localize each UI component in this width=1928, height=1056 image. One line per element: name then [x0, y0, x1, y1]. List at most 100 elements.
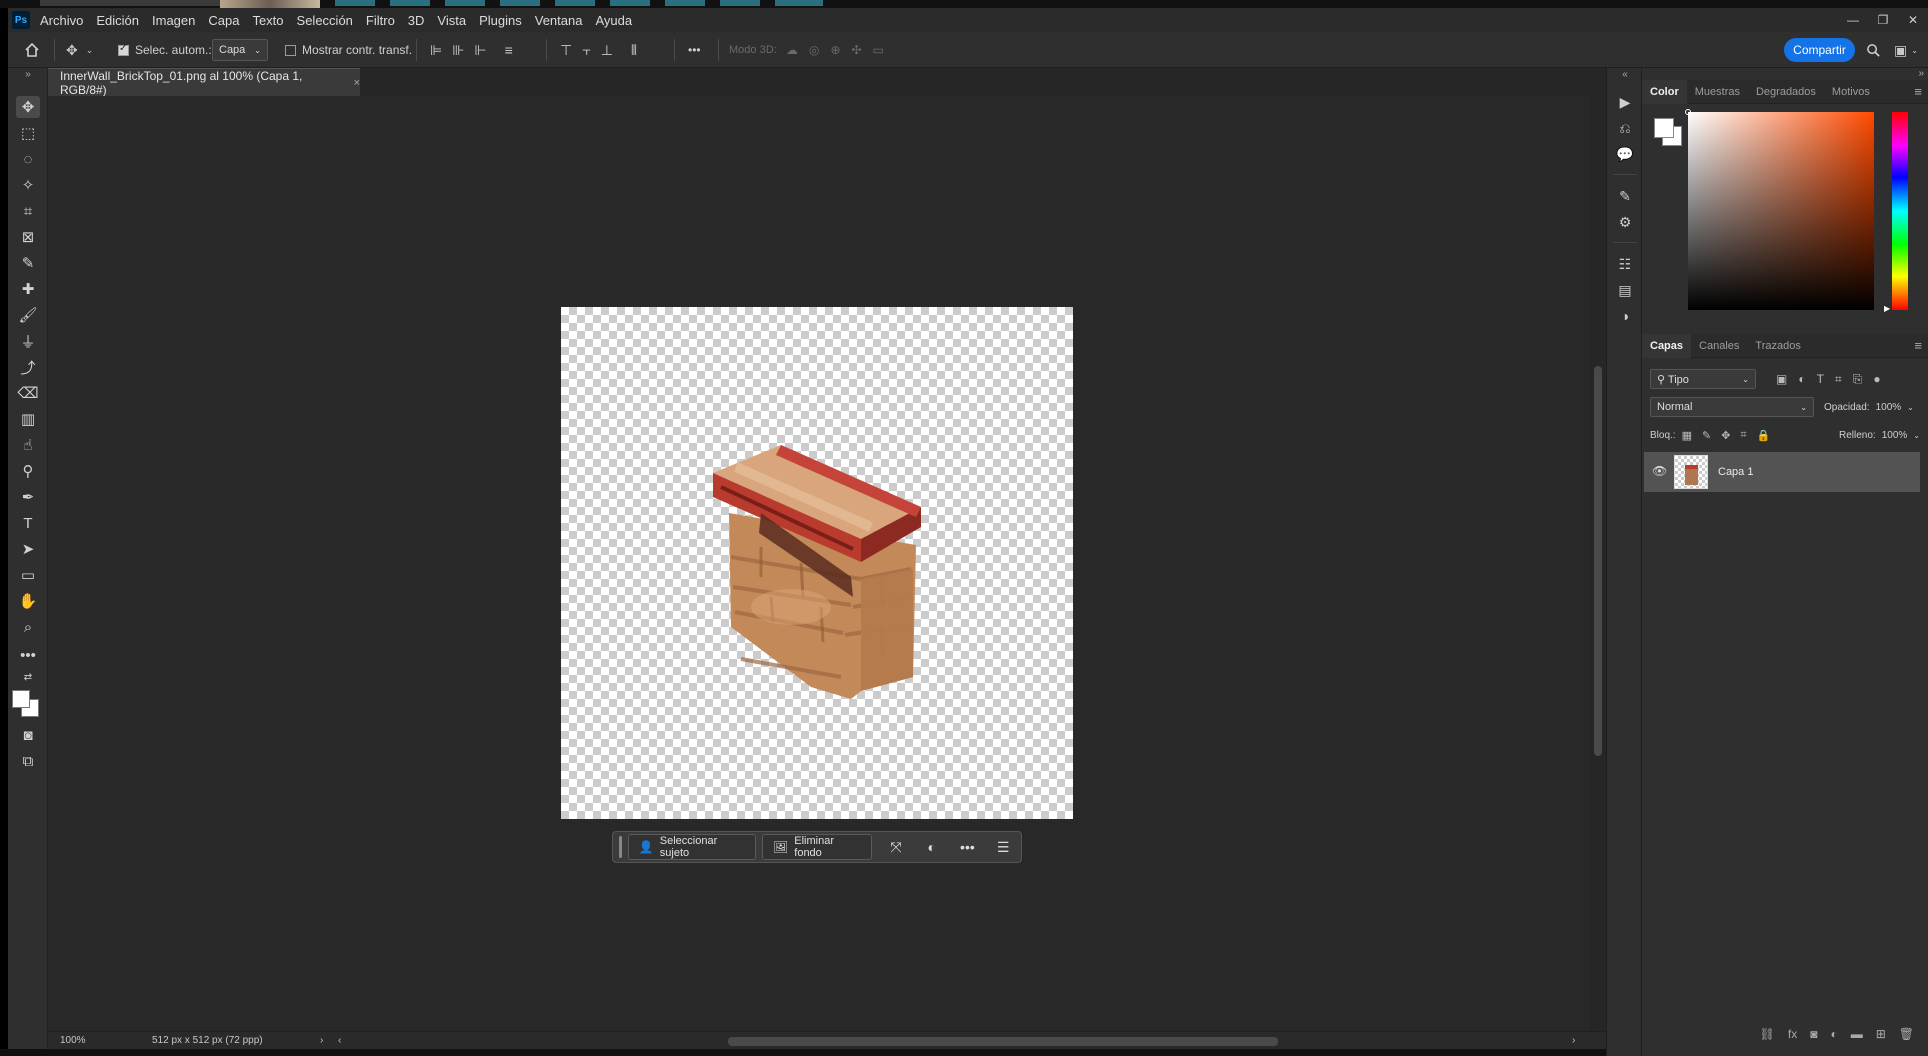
align-left-icon[interactable]: ⊫ — [430, 42, 442, 59]
color-panel-swatches[interactable] — [1654, 118, 1684, 148]
tab-muestras[interactable]: Muestras — [1687, 80, 1748, 104]
collapse-toolbar-icon[interactable]: » — [16, 68, 40, 80]
transform-selection-icon[interactable]: ⤧ — [878, 834, 914, 860]
blend-mode-dropdown[interactable]: Normal ⌄ — [1650, 397, 1814, 417]
eraser-tool-icon[interactable]: ⌫ — [16, 382, 40, 404]
filter-pixel-icon[interactable]: ▣ — [1776, 372, 1787, 387]
menu-edicion[interactable]: Edición — [96, 13, 139, 28]
layer-thumbnail[interactable] — [1674, 455, 1708, 489]
restore-button[interactable]: ❐ — [1868, 8, 1898, 32]
drag-handle[interactable] — [619, 836, 622, 858]
scrollbar-thumb[interactable] — [1594, 366, 1602, 756]
layer-name[interactable]: Capa 1 — [1718, 466, 1753, 478]
fill-input[interactable]: 100% — [1882, 430, 1908, 441]
edit-toolbar-icon[interactable]: ••• — [16, 644, 40, 666]
menu-capa[interactable]: Capa — [208, 13, 239, 28]
status-arrow-icon[interactable]: › — [320, 1035, 323, 1046]
3d-roll-icon[interactable]: ◎ — [809, 43, 819, 57]
foreground-color-swatch[interactable] — [12, 690, 30, 708]
color-picker-field[interactable] — [1685, 109, 1874, 310]
settings-sliders-icon[interactable]: ☰ — [985, 834, 1021, 860]
hue-slider[interactable]: ▶ — [1884, 112, 1908, 313]
color-swatches[interactable] — [12, 690, 42, 718]
tab-capas[interactable]: Capas — [1642, 333, 1692, 358]
align-center-icon[interactable]: ⊪ — [452, 42, 464, 59]
lock-image-icon[interactable]: ✎ — [1702, 429, 1711, 442]
properties-icon[interactable]: ◑ — [1615, 306, 1635, 326]
adjustment-icon[interactable]: ◐ — [914, 834, 950, 860]
tab-motivos[interactable]: Motivos — [1824, 80, 1878, 104]
chevron-down-icon[interactable]: ⌄ — [1913, 431, 1920, 440]
scroll-right-icon[interactable]: › — [1572, 1035, 1575, 1046]
hue-slider-handle[interactable]: ▶ — [1884, 304, 1890, 313]
color-picker-cursor[interactable] — [1685, 109, 1691, 115]
delete-layer-icon[interactable]: 🗑 — [1899, 1027, 1914, 1041]
filter-shape-icon[interactable]: ⌗ — [1835, 372, 1842, 387]
3d-pan-icon[interactable]: ⊕ — [830, 43, 840, 57]
workspace-button[interactable]: ▣ ⌄ — [1894, 32, 1918, 68]
menu-archivo[interactable]: Archivo — [40, 13, 83, 28]
share-button[interactable]: Compartir — [1784, 38, 1855, 62]
panel-menu-icon[interactable]: ≡ — [1914, 338, 1922, 353]
more-options-button[interactable]: ••• — [688, 32, 701, 68]
3d-orbit-icon[interactable]: ☁ — [786, 43, 798, 57]
marquee-tool-icon[interactable]: ⬚ — [16, 122, 40, 144]
brush-settings-icon[interactable]: ✎ — [1615, 186, 1635, 206]
align-bottom-icon[interactable]: ⊥ — [601, 42, 613, 59]
swap-colors-icon[interactable]: ⇄ — [16, 666, 40, 688]
distribute-icon[interactable]: ≡ — [505, 42, 513, 58]
foreground-color-swatch[interactable] — [1654, 118, 1674, 138]
menu-imagen[interactable]: Imagen — [152, 13, 195, 28]
menu-ayuda[interactable]: Ayuda — [595, 13, 632, 28]
chevron-down-icon[interactable]: ⌄ — [1907, 403, 1914, 412]
align-top-icon[interactable]: ⊤ — [560, 42, 572, 59]
tab-color[interactable]: Color — [1642, 79, 1687, 104]
layer-row[interactable]: 👁 Capa 1 — [1644, 452, 1920, 492]
lasso-tool-icon[interactable]: ◌ — [16, 148, 40, 170]
brush-tool-icon[interactable]: 🖌 — [16, 304, 40, 326]
opacity-input[interactable]: 100% — [1876, 402, 1902, 413]
minimize-button[interactable]: — — [1838, 8, 1868, 32]
gradient-tool-icon[interactable]: ▥ — [16, 408, 40, 430]
libraries-icon[interactable]: ▤ — [1615, 280, 1635, 300]
comments-icon[interactable]: 💬 — [1615, 144, 1635, 164]
menu-seleccion[interactable]: Selección — [297, 13, 353, 28]
magic-wand-tool-icon[interactable]: ✧ — [16, 174, 40, 196]
search-button[interactable] — [1866, 32, 1881, 68]
panel-menu-icon[interactable]: ≡ — [1914, 84, 1922, 99]
quick-mask-icon[interactable]: ◙ — [16, 724, 40, 746]
document-canvas[interactable] — [561, 307, 1073, 819]
select-subject-button[interactable]: 👤 Seleccionar sujeto — [627, 834, 757, 860]
menu-3d[interactable]: 3D — [408, 13, 425, 28]
lock-transparent-icon[interactable]: ▦ — [1682, 429, 1692, 442]
close-window-button[interactable]: ✕ — [1898, 8, 1928, 32]
close-tab-icon[interactable]: × — [354, 77, 360, 89]
hand-tool-icon[interactable]: ✋ — [16, 590, 40, 612]
filter-smartobject-icon[interactable]: ⎘ — [1853, 372, 1863, 387]
lock-artboard-icon[interactable]: ⌗ — [1740, 429, 1746, 442]
menu-texto[interactable]: Texto — [252, 13, 283, 28]
menu-plugins[interactable]: Plugins — [479, 13, 522, 28]
more-options-icon[interactable]: ••• — [950, 834, 986, 860]
frame-tool-icon[interactable]: ⊠ — [16, 226, 40, 248]
collapse-dock-icon[interactable]: « — [1615, 68, 1635, 80]
collapse-panels-icon[interactable]: » — [1918, 68, 1924, 79]
tab-trazados[interactable]: Trazados — [1747, 334, 1808, 358]
3d-slide-icon[interactable]: ✣ — [852, 43, 862, 57]
auto-select-checkbox[interactable]: Selec. autom.: — [118, 32, 212, 68]
filter-toggle-icon[interactable]: ● — [1873, 372, 1880, 387]
zoom-tool-icon[interactable]: ⌕ — [16, 616, 40, 638]
photoshop-logo-icon[interactable]: Ps — [12, 11, 30, 29]
adjustment-layer-icon[interactable]: ◐ — [1830, 1027, 1837, 1041]
tab-degradados[interactable]: Degradados — [1748, 80, 1824, 104]
document-info[interactable]: 512 px x 512 px (72 ppp) — [152, 1035, 263, 1046]
tool-presets-icon[interactable]: ⚙ — [1615, 212, 1635, 232]
layer-filter-dropdown[interactable]: ⚲ Tipo ⌄ — [1650, 369, 1756, 389]
scroll-left-icon[interactable]: ‹ — [338, 1035, 341, 1046]
lock-all-icon[interactable]: 🔒 — [1757, 429, 1771, 442]
3d-camera-icon[interactable]: ▭ — [873, 43, 884, 57]
history-icon[interactable]: ⎌ — [1615, 118, 1635, 138]
remove-background-button[interactable]: 🖼 Eliminar fondo — [762, 834, 873, 860]
history-brush-tool-icon[interactable]: ⤴ — [16, 356, 40, 378]
add-mask-icon[interactable]: ◙ — [1810, 1027, 1817, 1041]
